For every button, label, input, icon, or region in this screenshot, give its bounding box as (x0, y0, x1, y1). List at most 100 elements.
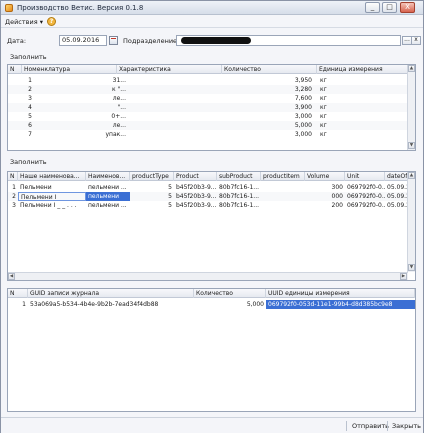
table-row[interactable]: 5 0+... 3,000 кг (8, 112, 408, 121)
quantity-cell: 3,000 (294, 113, 312, 120)
column-header[interactable]: productType (130, 172, 174, 181)
table-row[interactable]: 7 упак... 3,000 кг (8, 130, 408, 139)
maximize-button[interactable]: □ (382, 2, 397, 13)
date-field[interactable]: 05.09.2016 (59, 35, 107, 46)
division-label: Подразделение: (123, 37, 180, 45)
row-number: 1 (12, 184, 16, 191)
column-header[interactable]: Product (174, 172, 217, 181)
volume-cell: 300 (331, 184, 343, 191)
uuid-cell-selected[interactable]: 069792f0-053d-11e1-99b4-d8d385bc9e8 (266, 300, 415, 309)
unit-cell: 069792f0-0... (347, 184, 385, 191)
product-cell: b45f20b3-9... (176, 193, 217, 200)
scroll-up-icon[interactable]: ▲ (408, 65, 415, 72)
column-header[interactable]: Единица измерения (317, 65, 408, 74)
row-number: 4 (28, 104, 32, 111)
send-button[interactable]: Отправить (352, 422, 389, 430)
column-header[interactable]: Количество (222, 65, 317, 74)
actions-menu[interactable]: Действия ▾ (5, 18, 43, 26)
unit-cell: кг (320, 104, 327, 111)
table-row[interactable]: 2 Пельмени I пельмени 5 b45f20b3-9... 80… (8, 192, 408, 201)
date-label: Дата: (7, 37, 27, 45)
characteristic-cell: ле... (112, 122, 126, 129)
table-row[interactable]: 3 ле... 7,600 кг (8, 94, 408, 103)
unit-cell: кг (320, 122, 327, 129)
scroll-left-icon[interactable]: ◀ (8, 273, 15, 280)
column-header[interactable]: Количество (194, 289, 266, 298)
product-type-cell: 5 (168, 184, 172, 191)
column-header[interactable]: Характеристика (117, 65, 222, 74)
column-header[interactable]: Unit (345, 172, 385, 181)
minimize-button[interactable]: _ (365, 2, 380, 13)
table-row[interactable]: 1 31... 3,950 кг (8, 76, 408, 85)
division-clear-button[interactable]: x (411, 36, 421, 45)
quantity-cell: 5,000 (246, 301, 264, 308)
table-header: N Номенклатура Характеристика Количество… (8, 65, 408, 74)
app-icon (5, 4, 13, 12)
scroll-right-icon[interactable]: ▶ (400, 273, 407, 280)
column-header[interactable]: N (8, 289, 28, 298)
fill-button-2[interactable]: Заполнить (10, 158, 47, 166)
row-number: 6 (28, 122, 32, 129)
quantity-cell: 3,950 (294, 77, 312, 84)
divider (346, 421, 347, 431)
column-header[interactable]: N (8, 172, 18, 181)
column-header[interactable]: N (8, 65, 22, 74)
help-icon[interactable]: ? (47, 17, 56, 26)
column-header[interactable]: Номенклатура (22, 65, 117, 74)
row-number: 1 (28, 77, 32, 84)
column-header[interactable]: subProduct (217, 172, 261, 181)
table-row[interactable]: 1 53a069a5-b534-4b4e-9b2b-7ead34f4db88 5… (8, 300, 415, 309)
unit-cell: кг (320, 95, 327, 102)
quantity-cell: 3,900 (294, 104, 312, 111)
table-row[interactable]: 2 к "... 3,280 кг (8, 85, 408, 94)
table-row[interactable]: 6 ле... 5,000 кг (8, 121, 408, 130)
row-number: 5 (28, 113, 32, 120)
product-cell: b45f20b3-9... (176, 184, 217, 191)
horizontal-scrollbar[interactable]: ◀ ▶ (8, 272, 408, 280)
calendar-icon[interactable] (109, 36, 118, 45)
volume-cell: 200 (331, 202, 343, 209)
our-name-cell: Пельмени I _ _ . . . (20, 202, 77, 209)
vertical-scrollbar[interactable]: ▲ ▼ (407, 65, 415, 150)
quantity-cell: 7,600 (294, 95, 312, 102)
column-header[interactable]: UUID единицы измерения (266, 289, 415, 298)
quantity-cell: 3,000 (294, 131, 312, 138)
column-header[interactable]: Наименов... (86, 172, 130, 181)
table-row[interactable]: 4 "... 3,900 кг (8, 103, 408, 112)
row-number: 2 (28, 86, 32, 93)
unit-cell: кг (320, 77, 327, 84)
table-row[interactable]: 1 Пельмени пельмени ... 5 b45f20b3-9... … (8, 183, 408, 192)
vertical-scrollbar[interactable]: ▲ ▼ (407, 172, 415, 272)
column-header[interactable]: dateOfPro (385, 172, 408, 181)
scroll-down-icon[interactable]: ▼ (408, 264, 415, 271)
product-item-cell (261, 201, 305, 210)
scroll-up-icon[interactable]: ▲ (408, 172, 415, 179)
characteristic-cell: к "... (111, 86, 126, 93)
characteristic-cell: "... (117, 104, 126, 111)
row-number: 2 (12, 193, 16, 200)
subproduct-cell: 80b7fc16-1... (219, 193, 260, 200)
product-type-cell: 5 (168, 202, 172, 209)
our-name-cell: Пельмени (20, 184, 52, 191)
subproduct-cell: 80b7fc16-1... (219, 202, 260, 209)
division-field[interactable] (176, 35, 401, 46)
column-header[interactable]: Volume (305, 172, 345, 181)
table-row[interactable]: 3 Пельмени I _ _ . . . пельмени ... 5 b4… (8, 201, 408, 210)
column-header[interactable]: Наше наименова... (18, 172, 86, 181)
main-window: Производство Ветис. Версия 0.1.8 _ □ X Д… (0, 0, 424, 433)
close-button[interactable]: Закрыть (392, 422, 421, 430)
column-header[interactable]: GUID записи журнала (28, 289, 194, 298)
scroll-down-icon[interactable]: ▼ (408, 142, 415, 149)
date-cell: 05.09.201 (387, 184, 408, 191)
product-item-cell (261, 192, 305, 201)
fill-button-1[interactable]: Заполнить (10, 53, 47, 61)
row-number: 3 (28, 95, 32, 102)
window-title: Производство Ветис. Версия 0.1.8 (17, 4, 144, 12)
characteristic-cell: 31... (112, 77, 126, 84)
name-cell-selected[interactable]: пельмени (86, 192, 130, 201)
bottom-bar: Отправить Закрыть (1, 417, 423, 433)
close-window-button[interactable]: X (400, 2, 415, 13)
date-cell: 05.09.201 (387, 202, 408, 209)
column-header[interactable]: productItem (261, 172, 305, 181)
unit-cell: кг (320, 113, 327, 120)
